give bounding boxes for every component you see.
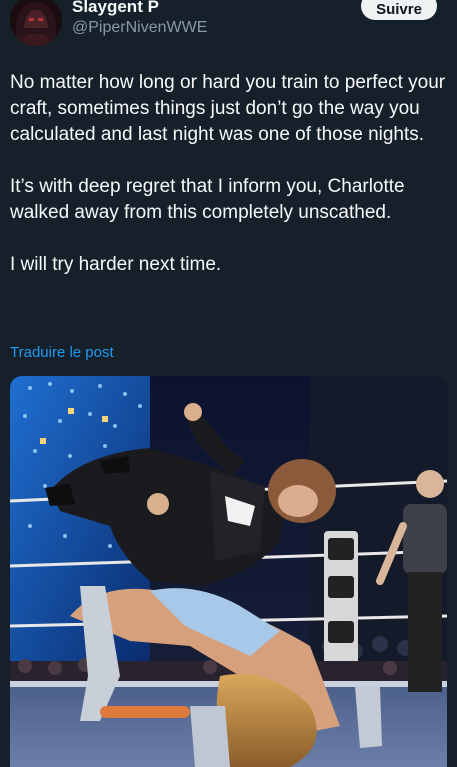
author-handle[interactable]: @PiperNivenWWE [72,19,207,37]
tweet-body: No matter how long or hard you train to … [10,70,450,304]
tweet-header: Slaygent P @PiperNivenWWE Suivre [0,0,457,50]
tweet-paragraph: It’s with deep regret that I inform you,… [10,176,405,223]
follow-button[interactable]: Suivre [361,0,437,20]
tweet-paragraph: No matter how long or hard you train to … [10,72,446,145]
tweet-paragraph: I will try harder next time. [10,254,222,275]
author-name[interactable]: Slaygent P [72,0,159,17]
tweet-photo[interactable] [10,376,447,767]
translate-post-link[interactable]: Traduire le post [10,344,114,361]
avatar[interactable] [10,0,62,46]
